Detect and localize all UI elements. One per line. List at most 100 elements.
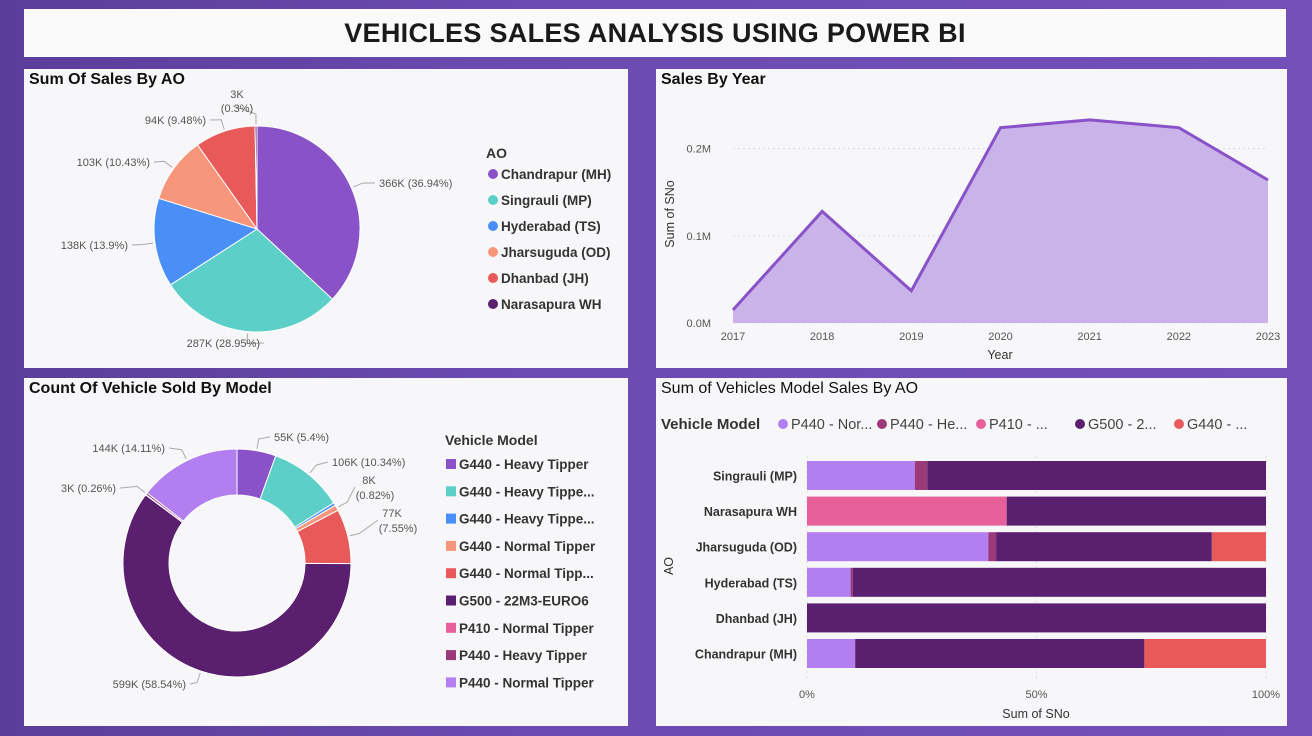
- area-chart[interactable]: 0.0M 0.1M 0.2M 2017 2018 2019 2020 2021 2022 2023…: [656, 69, 1287, 368]
- donut-legend-item[interactable]: P440 - Normal Tipper: [459, 675, 595, 690]
- donut-chart[interactable]: 55K (5.4%) 106K (10.34%) 8K (0.82%) 77K (7.55…: [24, 378, 628, 726]
- x-tick-label: 2022: [1167, 331, 1191, 343]
- legend-marker: [488, 195, 498, 205]
- donut-data-label: 106K (10.34%): [332, 457, 405, 469]
- bar-segment[interactable]: [807, 639, 856, 668]
- bar-segment[interactable]: [927, 461, 1266, 490]
- donut-legend-item[interactable]: G440 - Heavy Tippe...: [459, 512, 595, 527]
- donut-data-label: 144K (14.11%): [92, 443, 165, 455]
- bar-segment[interactable]: [807, 461, 915, 490]
- pie-leader-line: [131, 242, 154, 246]
- x-axis-title: Year: [987, 348, 1012, 362]
- y-axis-title: AO: [662, 557, 676, 575]
- bar-category-label: Dhanbad (JH): [716, 612, 797, 626]
- x-tick-label: 2019: [899, 331, 923, 343]
- pie-legend-item[interactable]: Jharsuguda (OD): [501, 245, 611, 260]
- donut-leader-line: [168, 447, 187, 459]
- area-panel[interactable]: Sales By Year 0.0M 0.1M 0.2M 2017 2018 2019 20…: [656, 69, 1287, 368]
- bar-segment[interactable]: [996, 532, 1212, 562]
- bar-segment[interactable]: [1144, 639, 1266, 668]
- bar-panel[interactable]: Sum of Vehicles Model Sales By AO Vehicl…: [656, 378, 1287, 726]
- donut-leader-line: [309, 461, 329, 474]
- pie-data-label: 287K (28.95%): [187, 338, 260, 350]
- bar-segment[interactable]: [807, 567, 851, 597]
- y-tick-label: 0.0M: [687, 318, 711, 330]
- legend-marker: [488, 299, 498, 309]
- donut-legend-item[interactable]: P440 - Heavy Tipper: [459, 648, 588, 663]
- donut-legend-item[interactable]: G440 - Heavy Tippe...: [459, 484, 595, 499]
- legend-marker: [778, 419, 788, 429]
- donut-panel[interactable]: Count Of Vehicle Sold By Model 55K (5.4%…: [24, 378, 628, 726]
- pie-legend-item[interactable]: Hyderabad (TS): [501, 219, 601, 234]
- pie-legend-item[interactable]: Chandrapur (MH): [501, 167, 611, 182]
- bar-segment[interactable]: [852, 567, 1266, 597]
- bar-category-label: Hyderabad (TS): [705, 576, 797, 590]
- pie-panel[interactable]: Sum Of Sales By AO 366K (36.94%) 287K (28…: [24, 69, 628, 368]
- bar-segment[interactable]: [1211, 532, 1266, 562]
- bar-legend-item[interactable]: G440 - ...: [1187, 417, 1247, 433]
- donut-data-label: (7.55%): [379, 523, 418, 535]
- bar-segment[interactable]: [807, 532, 989, 562]
- legend-marker: [446, 540, 456, 551]
- x-tick-label: 2017: [721, 331, 745, 343]
- bar-segment[interactable]: [1006, 496, 1266, 526]
- legend-marker: [1174, 419, 1184, 429]
- dashboard-title: VEHICLES SALES ANALYSIS USING POWER BI: [344, 17, 966, 48]
- x-tick-label: 2020: [988, 331, 1012, 343]
- donut-legend-item[interactable]: G500 - 22M3-EURO6: [459, 594, 589, 609]
- bar-segment[interactable]: [988, 532, 997, 562]
- pie-data-label: 3K: [230, 89, 244, 101]
- pie-leader-line: [209, 119, 225, 130]
- pie-legend-item[interactable]: Singrauli (MP): [501, 193, 592, 208]
- bar-segment[interactable]: [807, 603, 1266, 633]
- pie-legend-item[interactable]: Dhanbad (JH): [501, 271, 589, 286]
- bar-legend-title: Vehicle Model: [661, 416, 760, 433]
- donut-data-label: (0.82%): [356, 490, 395, 502]
- legend-marker: [446, 513, 456, 524]
- legend-marker: [488, 273, 498, 283]
- legend-marker: [446, 568, 456, 579]
- pie-legend-title: AO: [486, 145, 507, 161]
- bar-segment[interactable]: [855, 639, 1145, 668]
- donut-data-label: 8K: [362, 475, 376, 487]
- x-tick-label: 50%: [1025, 689, 1047, 701]
- bar-legend-item[interactable]: P440 - Nor...: [791, 417, 872, 433]
- pie-legend-item[interactable]: Narasapura WH: [501, 297, 602, 312]
- bar-category-label: Narasapura WH: [704, 505, 797, 519]
- donut-legend-title: Vehicle Model: [445, 432, 538, 448]
- pie-data-label: 94K (9.48%): [145, 115, 206, 127]
- pie-chart[interactable]: 366K (36.94%) 287K (28.95%) 138K (13.9%) 10…: [24, 69, 628, 368]
- donut-legend-item[interactable]: G440 - Heavy Tipper: [459, 457, 589, 472]
- legend-marker: [446, 459, 456, 469]
- x-tick-label: 2021: [1077, 331, 1101, 343]
- donut-data-label: 599K (58.54%): [113, 679, 186, 691]
- donut-data-label: 3K (0.26%): [61, 483, 116, 495]
- pie-data-label: 103K (10.43%): [77, 157, 150, 169]
- legend-marker: [488, 221, 498, 231]
- legend-marker: [877, 419, 887, 429]
- stacked-bar-chart[interactable]: Vehicle Model P440 - Nor... P440 - He... P4…: [656, 378, 1287, 726]
- bar-segment[interactable]: [914, 461, 928, 490]
- x-tick-label: 2023: [1256, 331, 1280, 343]
- bar-legend-item[interactable]: P410 - ...: [989, 417, 1048, 433]
- legend-marker: [446, 650, 456, 661]
- legend-marker: [488, 169, 498, 179]
- legend-marker: [488, 247, 498, 257]
- pie-data-label: 366K (36.94%): [379, 178, 452, 190]
- pie-leader-line: [353, 182, 376, 188]
- bar-segment[interactable]: [850, 567, 853, 597]
- donut-legend-item[interactable]: P410 - Normal Tipper: [459, 621, 595, 636]
- donut-leader-line: [338, 486, 356, 508]
- donut-leader-line: [119, 485, 146, 493]
- donut-data-label: 77K: [382, 508, 402, 520]
- legend-marker: [446, 677, 456, 688]
- legend-marker: [976, 419, 986, 429]
- donut-legend-item[interactable]: G440 - Normal Tipper: [459, 539, 596, 554]
- bar-segment[interactable]: [807, 496, 1007, 526]
- y-axis-title: Sum of SNo: [663, 180, 677, 247]
- donut-legend-item[interactable]: G440 - Normal Tipp...: [459, 566, 594, 581]
- bar-legend-item[interactable]: P440 - He...: [890, 417, 967, 433]
- bar-legend-item[interactable]: G500 - 2...: [1088, 417, 1157, 433]
- x-axis-title: Sum of SNo: [1002, 707, 1069, 721]
- y-tick-label: 0.1M: [687, 231, 711, 243]
